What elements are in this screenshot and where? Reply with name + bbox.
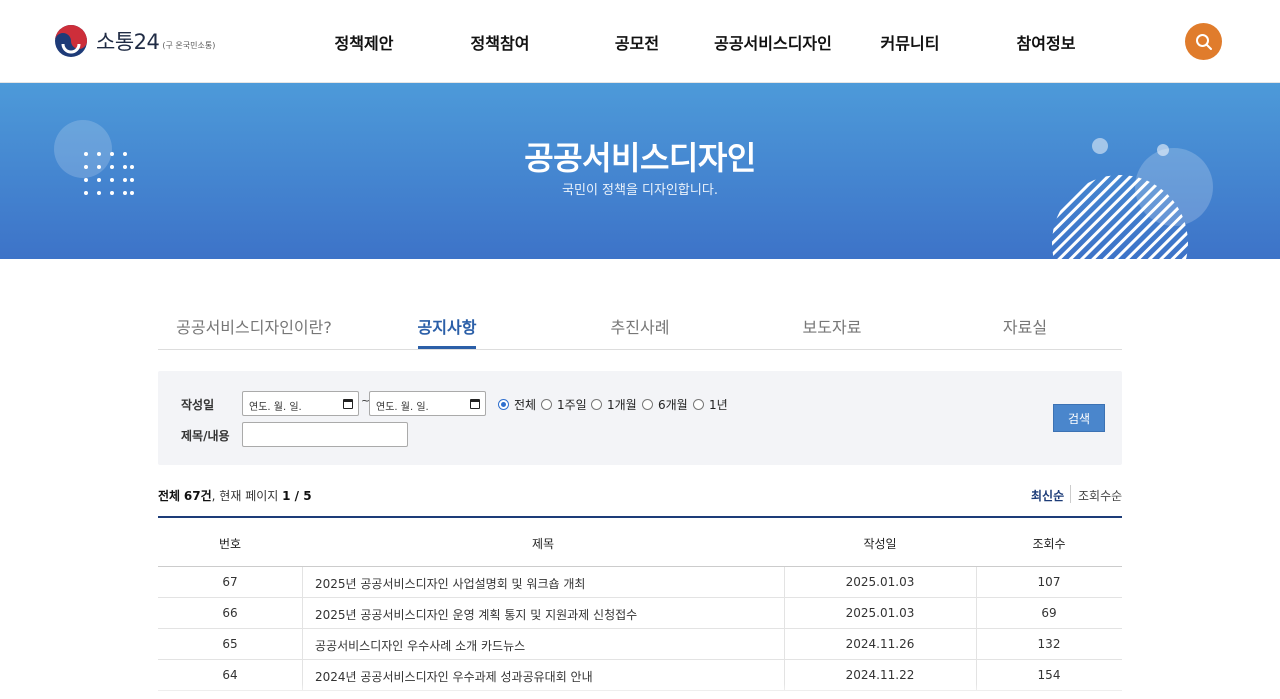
column-divider xyxy=(302,598,303,629)
period-label: 1주일 xyxy=(557,398,587,412)
cell-title[interactable]: 공공서비스디자인 우수사례 소개 카드뉴스 xyxy=(315,637,525,654)
tab-cases[interactable]: 추진사례 xyxy=(611,314,670,338)
cell-title[interactable]: 2024년 공공서비스디자인 우수과제 성과공유대회 안내 xyxy=(315,668,593,685)
keyword-input[interactable] xyxy=(242,422,408,447)
period-radio-1month[interactable]: 1개월 xyxy=(591,396,637,413)
nav-participation-info[interactable]: 참여정보 xyxy=(1017,30,1076,54)
column-divider xyxy=(784,629,785,660)
search-panel: 작성일 연도. 월. 일. ~ 연도. 월. 일. 전체 1주일 1개월 6개월… xyxy=(158,371,1122,465)
sort-divider xyxy=(1070,485,1071,503)
search-button[interactable]: 검색 xyxy=(1053,404,1105,432)
cell-views: 69 xyxy=(1041,606,1057,620)
calendar-icon[interactable] xyxy=(470,399,480,409)
cell-date: 2025.01.03 xyxy=(845,606,915,620)
site-logo[interactable]: 소통24 (구 온국민소통) xyxy=(54,24,215,58)
date-from-input[interactable]: 연도. 월. 일. xyxy=(242,391,359,416)
cell-date: 2024.11.26 xyxy=(845,637,915,651)
col-header-date: 작성일 xyxy=(863,537,897,551)
total-count: 67건 xyxy=(183,489,212,503)
cell-title[interactable]: 2025년 공공서비스디자인 사업설명회 및 워크숍 개최 xyxy=(315,575,585,592)
col-header-no: 번호 xyxy=(218,537,242,551)
cell-no: 67 xyxy=(222,575,238,589)
nav-contest[interactable]: 공모전 xyxy=(615,30,659,54)
tab-notice[interactable]: 공지사항 xyxy=(418,314,477,338)
nav-community[interactable]: 커뮤니티 xyxy=(881,30,940,54)
table-row[interactable]: 67 2025년 공공서비스디자인 사업설명회 및 워크숍 개최 2025.01… xyxy=(158,567,1122,598)
radio-circle xyxy=(642,399,653,410)
cell-views: 107 xyxy=(1037,575,1061,589)
date-to-placeholder: 연도. 월. 일. xyxy=(376,402,429,413)
header-search-button[interactable] xyxy=(1185,23,1222,60)
sort-views[interactable]: 조회수순 xyxy=(1078,487,1122,504)
scroll-fade xyxy=(0,684,1280,699)
table-row[interactable]: 65 공공서비스디자인 우수사례 소개 카드뉴스 2024.11.26 132 xyxy=(158,629,1122,660)
logo-subtext: (구 온국민소통) xyxy=(162,40,216,50)
page-value: 1 / 5 xyxy=(282,489,312,503)
col-header-views: 조회수 xyxy=(1032,537,1066,551)
column-divider xyxy=(976,567,977,598)
cell-title[interactable]: 2025년 공공서비스디자인 운영 계획 통지 및 지원과제 신청접수 xyxy=(315,606,637,623)
period-radio-1week[interactable]: 1주일 xyxy=(541,396,587,413)
table-row[interactable]: 66 2025년 공공서비스디자인 운영 계획 통지 및 지원과제 신청접수 2… xyxy=(158,598,1122,629)
page-banner: 공공서비스디자인 국민이 정책을 디자인합니다. xyxy=(0,83,1280,259)
table-header: 번호 제목 작성일 조회수 xyxy=(158,518,1122,567)
cell-no: 64 xyxy=(222,668,238,682)
nav-policy-participation[interactable]: 정책참여 xyxy=(471,30,530,54)
tab-archive[interactable]: 자료실 xyxy=(1003,314,1047,338)
sort-latest[interactable]: 최신순 xyxy=(1031,487,1064,504)
search-icon xyxy=(1195,33,1212,50)
tab-press[interactable]: 보도자료 xyxy=(803,314,862,338)
cell-no: 65 xyxy=(222,637,238,651)
logo-text: 소통24 xyxy=(96,30,160,54)
banner-title: 공공서비스디자인 xyxy=(524,139,756,177)
list-summary: 전체 67건, 현재 페이지 1 / 5 xyxy=(158,487,312,504)
column-divider xyxy=(302,567,303,598)
date-label: 작성일 xyxy=(181,398,215,412)
col-header-title: 제목 xyxy=(531,537,555,551)
radio-circle xyxy=(541,399,552,410)
nav-public-service-design[interactable]: 공공서비스디자인 xyxy=(714,30,832,54)
period-label: 6개월 xyxy=(658,398,688,412)
period-label: 1년 xyxy=(709,398,728,412)
page-prefix: , 현재 페이지 xyxy=(211,489,279,503)
period-label: 전체 xyxy=(514,398,537,412)
period-radio-6month[interactable]: 6개월 xyxy=(642,396,688,413)
active-tab-indicator xyxy=(418,346,476,349)
period-label: 1개월 xyxy=(607,398,637,412)
radio-circle xyxy=(693,399,704,410)
taegeuk-logo-icon xyxy=(55,25,87,57)
total-prefix: 전체 xyxy=(158,489,181,503)
column-divider xyxy=(976,629,977,660)
column-divider xyxy=(784,567,785,598)
tab-about[interactable]: 공공서비스디자인이란? xyxy=(176,314,332,338)
radio-circle xyxy=(498,399,509,410)
cell-no: 66 xyxy=(222,606,238,620)
banner-subtitle: 국민이 정책을 디자인합니다. xyxy=(562,183,718,198)
date-from-placeholder: 연도. 월. 일. xyxy=(249,402,302,413)
section-tabs: 공공서비스디자인이란? 공지사항 추진사례 보도자료 자료실 xyxy=(158,300,1122,350)
date-to-input[interactable]: 연도. 월. 일. xyxy=(369,391,486,416)
nav-policy-proposal[interactable]: 정책제안 xyxy=(335,30,394,54)
period-radio-all[interactable]: 전체 xyxy=(498,396,536,413)
cell-views: 154 xyxy=(1037,668,1061,682)
cell-views: 132 xyxy=(1037,637,1061,651)
cell-date: 2024.11.22 xyxy=(845,668,915,682)
radio-circle xyxy=(591,399,602,410)
column-divider xyxy=(784,598,785,629)
cell-date: 2025.01.03 xyxy=(845,575,915,589)
column-divider xyxy=(976,598,977,629)
calendar-icon[interactable] xyxy=(343,399,353,409)
notice-table: 번호 제목 작성일 조회수 67 2025년 공공서비스디자인 사업설명회 및 … xyxy=(158,516,1122,691)
column-divider xyxy=(302,629,303,660)
site-header: 소통24 (구 온국민소통) 정책제안 정책참여 공모전 공공서비스디자인 커뮤… xyxy=(0,0,1280,83)
keyword-label: 제목/내용 xyxy=(181,429,230,443)
period-radio-1year[interactable]: 1년 xyxy=(693,396,728,413)
